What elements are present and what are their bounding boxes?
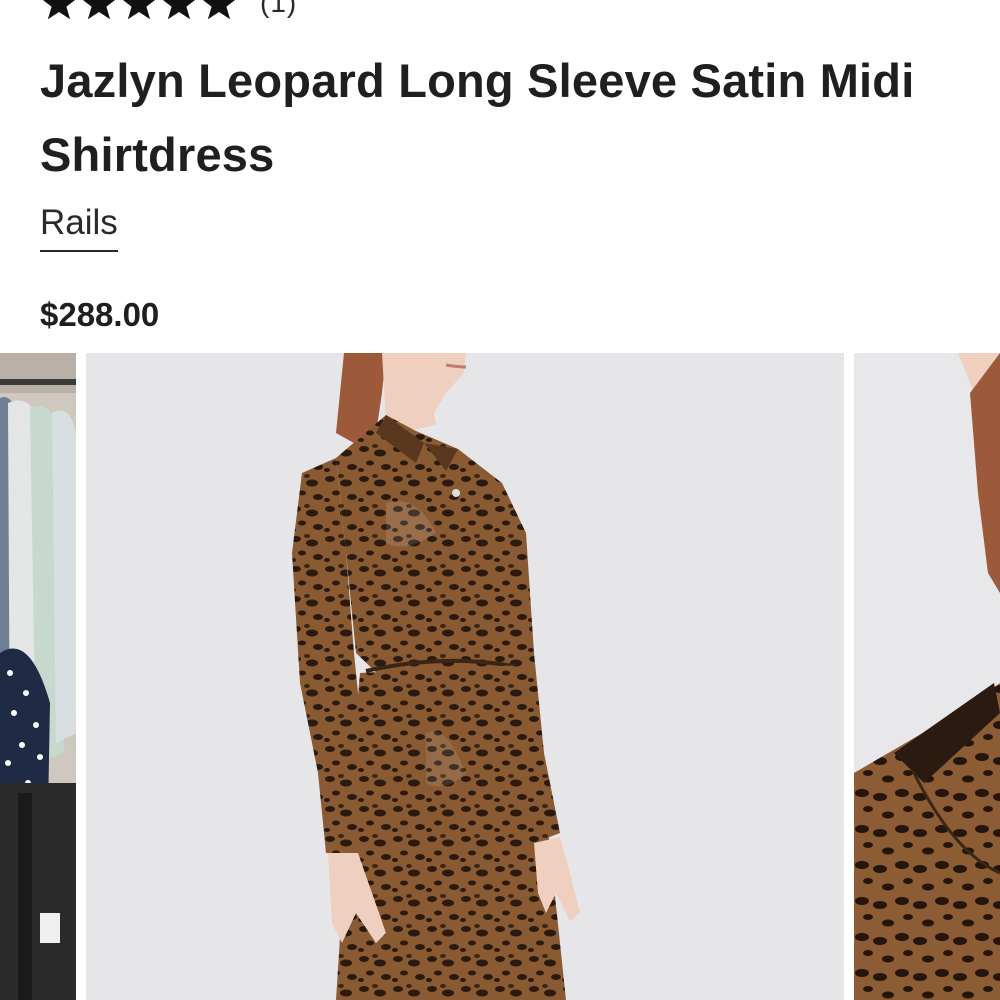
rating-row[interactable]: (1) <box>40 0 297 20</box>
star-icon <box>200 0 238 20</box>
star-rating <box>40 0 238 20</box>
star-icon <box>120 0 158 20</box>
review-count-link[interactable]: (1) <box>260 0 297 19</box>
product-photo-icon <box>854 353 1000 1000</box>
clothing-rack-thumbnail[interactable] <box>0 353 76 1000</box>
leopard-shirtdress-main-photo[interactable] <box>86 353 844 1000</box>
star-icon <box>160 0 198 20</box>
product-price: $288.00 <box>40 296 160 333</box>
brand-link[interactable]: Rails <box>40 200 118 252</box>
product-photo-icon <box>86 353 844 1000</box>
star-icon <box>40 0 78 20</box>
image-gallery[interactable] <box>0 353 1000 1000</box>
product-photo-icon <box>0 353 76 1000</box>
product-title: Jazlyn Leopard Long Sleeve Satin Midi Sh… <box>40 54 915 181</box>
leopard-shirtdress-collar-detail[interactable] <box>854 353 1000 1000</box>
star-icon <box>80 0 118 20</box>
product-page: (1) Jazlyn Leopard Long Sleeve Satin Mid… <box>0 0 1000 1000</box>
